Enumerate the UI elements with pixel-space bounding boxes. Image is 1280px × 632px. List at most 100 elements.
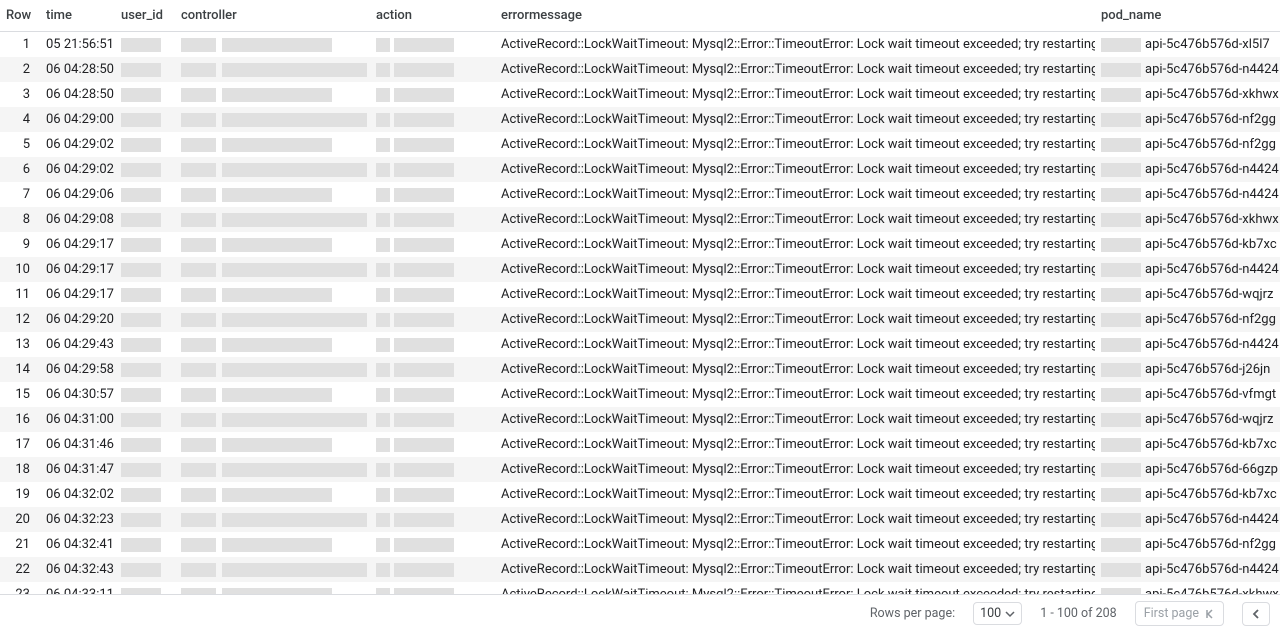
table-row[interactable]: 506 04:29:02ActiveRecord::LockWaitTimeou… [0,132,1280,157]
cell-action [370,557,495,582]
rows-per-page-label: Rows per page: [870,606,955,621]
cell-action [370,482,495,507]
cell-controller [175,82,370,107]
cell-pod-name: api-5c476b576d-n4424 [1095,507,1280,532]
col-header-controller[interactable]: controller [175,0,370,32]
cell-user-id [115,82,175,107]
cell-time: 06 04:32:02 [40,482,115,507]
cell-time: 06 04:29:43 [40,332,115,357]
cell-time: 06 04:31:00 [40,407,115,432]
cell-pod-name: api-5c476b576d-xl5l7 [1095,32,1280,58]
results-table-wrapper[interactable]: Row time user_id controller action error… [0,0,1280,594]
cell-user-id [115,582,175,594]
cell-pod-name: api-5c476b576d-n4424 [1095,557,1280,582]
cell-controller [175,507,370,532]
rows-per-page-select[interactable]: 100 [973,602,1022,625]
table-row[interactable]: 1706 04:31:46ActiveRecord::LockWaitTimeo… [0,432,1280,457]
table-row[interactable]: 2106 04:32:41ActiveRecord::LockWaitTimeo… [0,532,1280,557]
chevron-left-icon [1249,607,1263,621]
table-row[interactable]: 1506 04:30:57ActiveRecord::LockWaitTimeo… [0,382,1280,407]
cell-controller [175,332,370,357]
table-row[interactable]: 706 04:29:06ActiveRecord::LockWaitTimeou… [0,182,1280,207]
table-row[interactable]: 1906 04:32:02ActiveRecord::LockWaitTimeo… [0,482,1280,507]
cell-pod-name: api-5c476b576d-xkhwx [1095,82,1280,107]
table-row[interactable]: 606 04:29:02ActiveRecord::LockWaitTimeou… [0,157,1280,182]
first-page-button[interactable]: First page [1135,601,1224,626]
col-header-pod-name[interactable]: pod_name [1095,0,1280,32]
table-row[interactable]: 2006 04:32:23ActiveRecord::LockWaitTimeo… [0,507,1280,532]
cell-pod-name: api-5c476b576d-n4424 [1095,157,1280,182]
cell-pod-name: api-5c476b576d-kb7xc [1095,432,1280,457]
cell-controller [175,482,370,507]
table-row[interactable]: 1106 04:29:17ActiveRecord::LockWaitTimeo… [0,282,1280,307]
cell-row-number: 15 [0,382,40,407]
table-row[interactable]: 1206 04:29:20ActiveRecord::LockWaitTimeo… [0,307,1280,332]
cell-errormessage: ActiveRecord::LockWaitTimeout: Mysql2::E… [495,332,1095,357]
cell-row-number: 7 [0,182,40,207]
cell-action [370,582,495,594]
previous-page-button[interactable] [1242,602,1270,626]
table-row[interactable]: 2306 04:33:11ActiveRecord::LockWaitTimeo… [0,582,1280,594]
cell-pod-name: api-5c476b576d-wqjrz [1095,407,1280,432]
cell-user-id [115,357,175,382]
table-row[interactable]: 1306 04:29:43ActiveRecord::LockWaitTimeo… [0,332,1280,357]
cell-row-number: 1 [0,32,40,58]
col-header-row[interactable]: Row [0,0,40,32]
cell-errormessage: ActiveRecord::LockWaitTimeout: Mysql2::E… [495,32,1095,58]
cell-row-number: 5 [0,132,40,157]
cell-controller [175,557,370,582]
cell-errormessage: ActiveRecord::LockWaitTimeout: Mysql2::E… [495,432,1095,457]
cell-controller [175,182,370,207]
cell-pod-name: api-5c476b576d-n4424 [1095,182,1280,207]
cell-pod-name: api-5c476b576d-n4424 [1095,57,1280,82]
cell-row-number: 10 [0,257,40,282]
cell-pod-name: api-5c476b576d-66gzp [1095,457,1280,482]
table-row[interactable]: 906 04:29:17ActiveRecord::LockWaitTimeou… [0,232,1280,257]
cell-errormessage: ActiveRecord::LockWaitTimeout: Mysql2::E… [495,157,1095,182]
col-header-time[interactable]: time [40,0,115,32]
table-row[interactable]: 1806 04:31:47ActiveRecord::LockWaitTimeo… [0,457,1280,482]
table-row[interactable]: 1406 04:29:58ActiveRecord::LockWaitTimeo… [0,357,1280,382]
cell-time: 06 04:33:11 [40,582,115,594]
cell-action [370,157,495,182]
col-header-errormessage[interactable]: errormessage [495,0,1095,32]
cell-time: 06 04:31:46 [40,432,115,457]
table-row[interactable]: 105 21:56:51ActiveRecord::LockWaitTimeou… [0,32,1280,58]
table-row[interactable]: 2206 04:32:43ActiveRecord::LockWaitTimeo… [0,557,1280,582]
table-row[interactable]: 406 04:29:00ActiveRecord::LockWaitTimeou… [0,107,1280,132]
cell-action [370,357,495,382]
cell-pod-name: api-5c476b576d-nf2gg [1095,307,1280,332]
col-header-action[interactable]: action [370,0,495,32]
cell-controller [175,207,370,232]
cell-time: 06 04:32:41 [40,532,115,557]
cell-time: 06 04:29:17 [40,282,115,307]
table-row[interactable]: 806 04:29:08ActiveRecord::LockWaitTimeou… [0,207,1280,232]
cell-errormessage: ActiveRecord::LockWaitTimeout: Mysql2::E… [495,382,1095,407]
cell-action [370,257,495,282]
table-row[interactable]: 1006 04:29:17ActiveRecord::LockWaitTimeo… [0,257,1280,282]
table-row[interactable]: 306 04:28:50ActiveRecord::LockWaitTimeou… [0,82,1280,107]
cell-user-id [115,507,175,532]
table-row[interactable]: 1606 04:31:00ActiveRecord::LockWaitTimeo… [0,407,1280,432]
cell-controller [175,582,370,594]
table-header: Row time user_id controller action error… [0,0,1280,32]
cell-row-number: 14 [0,357,40,382]
cell-action [370,182,495,207]
cell-user-id [115,407,175,432]
cell-row-number: 12 [0,307,40,332]
table-row[interactable]: 206 04:28:50ActiveRecord::LockWaitTimeou… [0,57,1280,82]
cell-pod-name: api-5c476b576d-nf2gg [1095,107,1280,132]
cell-action [370,407,495,432]
col-header-user-id[interactable]: user_id [115,0,175,32]
cell-row-number: 8 [0,207,40,232]
cell-pod-name: api-5c476b576d-n4424 [1095,257,1280,282]
cell-time: 06 04:32:43 [40,557,115,582]
cell-time: 06 04:29:17 [40,232,115,257]
cell-row-number: 9 [0,232,40,257]
cell-user-id [115,332,175,357]
cell-errormessage: ActiveRecord::LockWaitTimeout: Mysql2::E… [495,132,1095,157]
cell-pod-name: api-5c476b576d-xkhwx [1095,582,1280,594]
cell-controller [175,357,370,382]
cell-pod-name: api-5c476b576d-xkhwx [1095,207,1280,232]
cell-controller [175,157,370,182]
